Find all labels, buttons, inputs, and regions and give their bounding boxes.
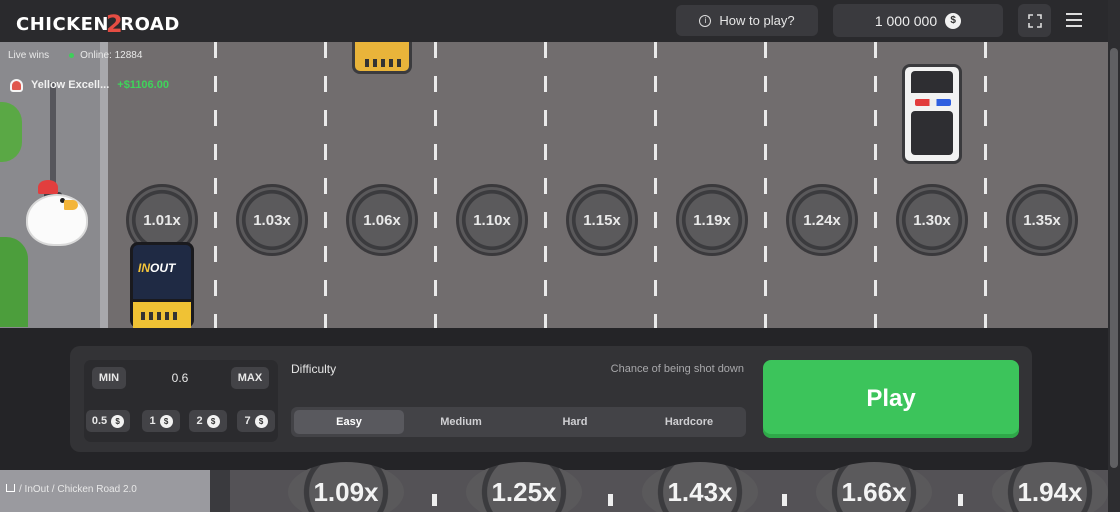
currency-icon: $ [254,414,268,428]
lane-divider [958,494,963,506]
game-stage: 1.01x 1.03x 1.06x 1.10x 1.15x 1.19x 1.24… [0,0,1120,512]
multiplier-manhole[interactable]: 1.35x [1006,184,1078,256]
currency-icon: $ [111,414,125,428]
truck-icon: INOUT [130,242,194,329]
menu-button[interactable] [1062,8,1086,32]
online-dot-icon [69,52,75,58]
bet-amount-input[interactable]: 0.6 [140,367,220,389]
lane-divider [324,42,327,328]
truck-brand: INOUT [138,261,176,275]
chicken-player-icon [24,178,90,248]
quick-bet-button[interactable]: 1 $ [142,410,180,432]
play-button[interactable]: Play [763,360,1019,438]
max-bet-button[interactable]: MAX [231,367,269,389]
police-car-icon [902,64,962,164]
lane-divider [782,494,787,506]
currency-icon: $ [206,414,220,428]
multiplier-manhole[interactable]: 1.06x [346,184,418,256]
scrollbar-thumb[interactable] [1110,48,1118,468]
min-bet-button[interactable]: MIN [92,367,126,389]
top-bar: CHICKEN2ROAD i How to play? 1 000 000 $ [0,0,1108,42]
balance-display: 1 000 000 $ [833,4,1003,37]
fullscreen-icon [1027,13,1042,28]
multiplier-manhole[interactable]: 1.03x [236,184,308,256]
quick-bet-button[interactable]: 0.5 $ [86,410,130,432]
lane-divider [984,42,987,328]
avatar [10,78,23,92]
tab-easy[interactable]: Easy [294,410,404,434]
lane-divider [874,42,877,328]
info-icon: i [699,14,712,27]
currency-icon: $ [159,414,173,428]
difficulty-label: Difficulty [291,362,337,376]
how-to-play-button[interactable]: i How to play? [676,5,818,36]
multiplier-manhole[interactable]: 1.19x [676,184,748,256]
win-user: Yellow Excell... [31,79,110,91]
lane-divider [432,494,437,506]
multiplier-manhole[interactable]: 1.24x [786,184,858,256]
lane-divider [434,42,437,328]
tree-icon [0,102,22,162]
currency-icon: $ [945,12,962,29]
win-amount: +$1106.00 [117,79,169,91]
tab-hard[interactable]: Hard [520,410,630,434]
live-wins-label: Live wins [8,49,50,61]
quick-bet-button[interactable]: 2 $ [189,410,227,432]
taxi-car-icon [352,42,412,74]
quick-bet-button[interactable]: 7 $ [237,410,275,432]
home-icon[interactable] [6,484,15,492]
lane-divider [608,494,613,506]
breadcrumb-path[interactable]: / InOut / Chicken Road 2.0 [19,484,137,495]
lane-divider [654,42,657,328]
multiplier-manhole[interactable]: 1.15x [566,184,638,256]
tab-medium[interactable]: Medium [406,410,516,434]
multiplier-manhole[interactable]: 1.10x [456,184,528,256]
bush-icon [0,237,28,327]
lane-divider [214,42,217,328]
balance-value: 1 000 000 [874,12,938,29]
hamburger-icon [1066,13,1082,15]
fullscreen-button[interactable] [1018,4,1051,37]
breadcrumb: / InOut / Chicken Road 2.0 [0,470,210,512]
logo: CHICKEN2ROAD [16,10,180,38]
lane-divider [544,42,547,328]
lane-divider [764,42,767,328]
multiplier-manhole[interactable]: 1.30x [896,184,968,256]
chance-label: Chance of being shot down [610,363,744,375]
tab-hardcore[interactable]: Hardcore [634,410,744,434]
live-win-item: Yellow Excell... +$1106.00 [0,72,190,98]
online-count: Online: 12884 [80,49,143,61]
live-wins-bar: Live wins Online: 12884 [0,42,188,68]
